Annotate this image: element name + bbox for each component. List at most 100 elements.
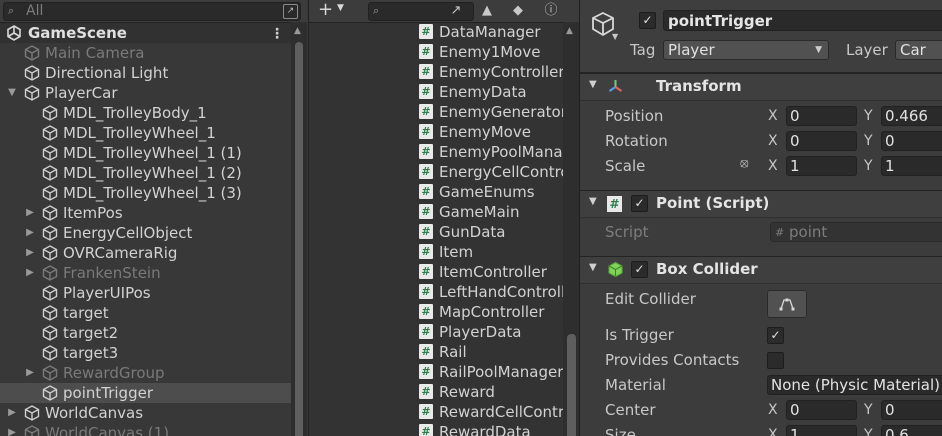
hierarchy-item[interactable]: MDL_TrolleyBody_1 [0,103,291,123]
hierarchy-item[interactable]: MDL_TrolleyWheel_1 (1) [0,143,291,163]
scene-row[interactable]: GameScene ⋮ [0,23,291,43]
hierarchy-item[interactable]: PlayerUIPos [0,283,291,303]
project-script-item[interactable]: # EnemyPoolManager [419,142,569,162]
position-x-field[interactable]: 0 [786,106,857,126]
hierarchy-item[interactable]: ▼ PlayerCar [0,83,291,103]
hierarchy-scrollbar[interactable]: ▲ [291,22,307,436]
hierarchy-item[interactable]: ▶ WorldCanvas [0,403,291,423]
project-script-item[interactable]: # PlayerData [419,322,569,342]
project-script-item[interactable]: # LeftHandController [419,282,569,302]
hierarchy-item[interactable]: ▶ OVRCameraRig [0,243,291,263]
project-script-item[interactable]: # EnemyController [419,62,569,82]
chevron-right-icon[interactable]: ▶ [24,223,36,243]
project-script-item[interactable]: # Item [419,242,569,262]
project-script-label: PlayerData [439,323,522,341]
transform-header[interactable]: ▼ Transform [580,73,942,101]
filter-icon[interactable]: ↗ [446,2,466,20]
hierarchy-item[interactable]: ▶ EnergyCellObject [0,223,291,243]
scrollbar-thumb[interactable] [567,334,576,436]
box-collider-header[interactable]: ▼ ✓ Box Collider [580,256,942,284]
hierarchy-item[interactable]: MDL_TrolleyWheel_1 (2) [0,163,291,183]
warning-icon[interactable]: ⓘ [541,2,561,20]
chevron-right-icon[interactable]: ▶ [6,403,18,423]
project-script-item[interactable]: # EnemyGenerator [419,102,569,122]
chevron-right-icon[interactable]: ▶ [24,243,36,263]
project-script-item[interactable]: # Enemy1Move [419,42,569,62]
project-script-item[interactable]: # EnemyMove [419,122,569,142]
project-script-item[interactable]: # MapController [419,302,569,322]
chevron-down-icon[interactable]: ▼ [589,262,597,273]
chevron-right-icon[interactable]: ▶ [24,363,36,383]
project-script-item[interactable]: # EnemyData [419,82,569,102]
project-script-item[interactable]: # GameMain [419,202,569,222]
center-x-field[interactable]: 0 [786,400,857,420]
project-script-item[interactable]: # GameEnums [419,182,569,202]
filter-icon[interactable]: ↗ [283,4,298,19]
hierarchy-item[interactable]: ▶ WorldCanvas (1) [0,423,291,436]
chevron-down-icon[interactable]: ▼ [589,196,597,207]
hierarchy-item[interactable]: MDL_TrolleyWheel_1 [0,123,291,143]
scale-x-field[interactable]: 1 [786,156,857,176]
hierarchy-item[interactable]: ▶ RewardGroup [0,363,291,383]
position-y-field[interactable]: 0.466 [881,106,942,126]
script-field[interactable]: # point [770,222,942,242]
hierarchy-item[interactable]: ▶ FrankenStein [0,263,291,283]
chevron-down-icon[interactable]: ▼ [337,3,344,13]
project-script-item[interactable]: # RewardData [419,422,569,436]
project-script-item[interactable]: # DataManager [419,22,569,42]
project-script-item[interactable]: # EnergyCellController [419,162,569,182]
provides-contacts-checkbox[interactable] [767,352,784,369]
hierarchy-search-input[interactable]: ⌕ All ↗ [3,2,301,21]
plus-icon[interactable]: + [318,0,333,20]
hierarchy-item[interactable]: pointTrigger [0,383,291,403]
scroll-up-icon[interactable]: ▲ [294,26,301,36]
more-options-icon[interactable]: ⋮ [270,24,284,44]
hierarchy-item[interactable]: Directional Light [0,63,291,83]
layer-dropdown[interactable]: Car [895,40,942,60]
edit-collider-button[interactable] [767,290,807,318]
hierarchy-item[interactable]: target2 [0,323,291,343]
chevron-right-icon[interactable]: ▶ [24,263,36,283]
rotation-x-field[interactable]: 0 [786,131,857,151]
hierarchy-item-label: target3 [63,344,119,362]
component-enabled-checkbox[interactable]: ✓ [631,261,648,278]
material-field[interactable]: None (Physic Material) [767,375,942,395]
constrain-proportions-icon[interactable]: ⦻ [740,156,749,171]
chevron-down-icon[interactable]: ▼ [612,32,618,41]
project-script-item[interactable]: # ItemController [419,262,569,282]
point-script-header[interactable]: ▼ # ✓ Point (Script) [580,190,942,218]
project-scrollbar[interactable]: ▲ [563,22,579,436]
scale-y-field[interactable]: 1 [881,156,942,176]
project-script-item[interactable]: # Reward [419,382,569,402]
project-script-item[interactable]: # RewardCellController [419,402,569,422]
hierarchy-item[interactable]: ▶ ItemPos [0,203,291,223]
label-icon[interactable]: ◆ [508,2,528,20]
hierarchy-item[interactable]: target3 [0,343,291,363]
type-filter-icon[interactable]: ▲ [477,2,497,20]
hierarchy-item[interactable]: Main Camera [0,43,291,63]
chevron-right-icon[interactable]: ▶ [24,203,36,223]
project-script-item[interactable]: # RailPoolManager [419,362,569,382]
is-trigger-checkbox[interactable]: ✓ [767,327,784,344]
tag-dropdown[interactable]: Player ▼ [663,40,829,60]
hierarchy-item[interactable]: MDL_TrolleyWheel_1 (3) [0,183,291,203]
size-y-field[interactable]: 0.6 [881,425,942,436]
project-script-label: GameEnums [439,183,535,201]
rotation-y-field[interactable]: 0 [881,131,942,151]
project-script-label: GameMain [439,203,520,221]
scroll-up-icon[interactable]: ▲ [566,26,573,36]
component-enabled-checkbox[interactable]: ✓ [631,195,648,212]
chevron-right-icon[interactable]: ▶ [6,423,18,436]
active-checkbox[interactable]: ✓ [639,12,656,29]
size-x-field[interactable]: 1 [786,425,857,436]
chevron-down-icon[interactable]: ▼ [6,83,18,103]
hierarchy-item[interactable]: target [0,303,291,323]
object-name-field[interactable]: pointTrigger [663,10,942,31]
scale-label: Scale [605,157,646,175]
chevron-down-icon[interactable]: ▼ [589,79,597,90]
project-script-item[interactable]: # Rail [419,342,569,362]
center-y-field[interactable]: 0 [881,400,942,420]
scrollbar-thumb[interactable] [295,42,303,436]
project-script-item[interactable]: # GunData [419,222,569,242]
gameobject-icon [41,164,59,182]
